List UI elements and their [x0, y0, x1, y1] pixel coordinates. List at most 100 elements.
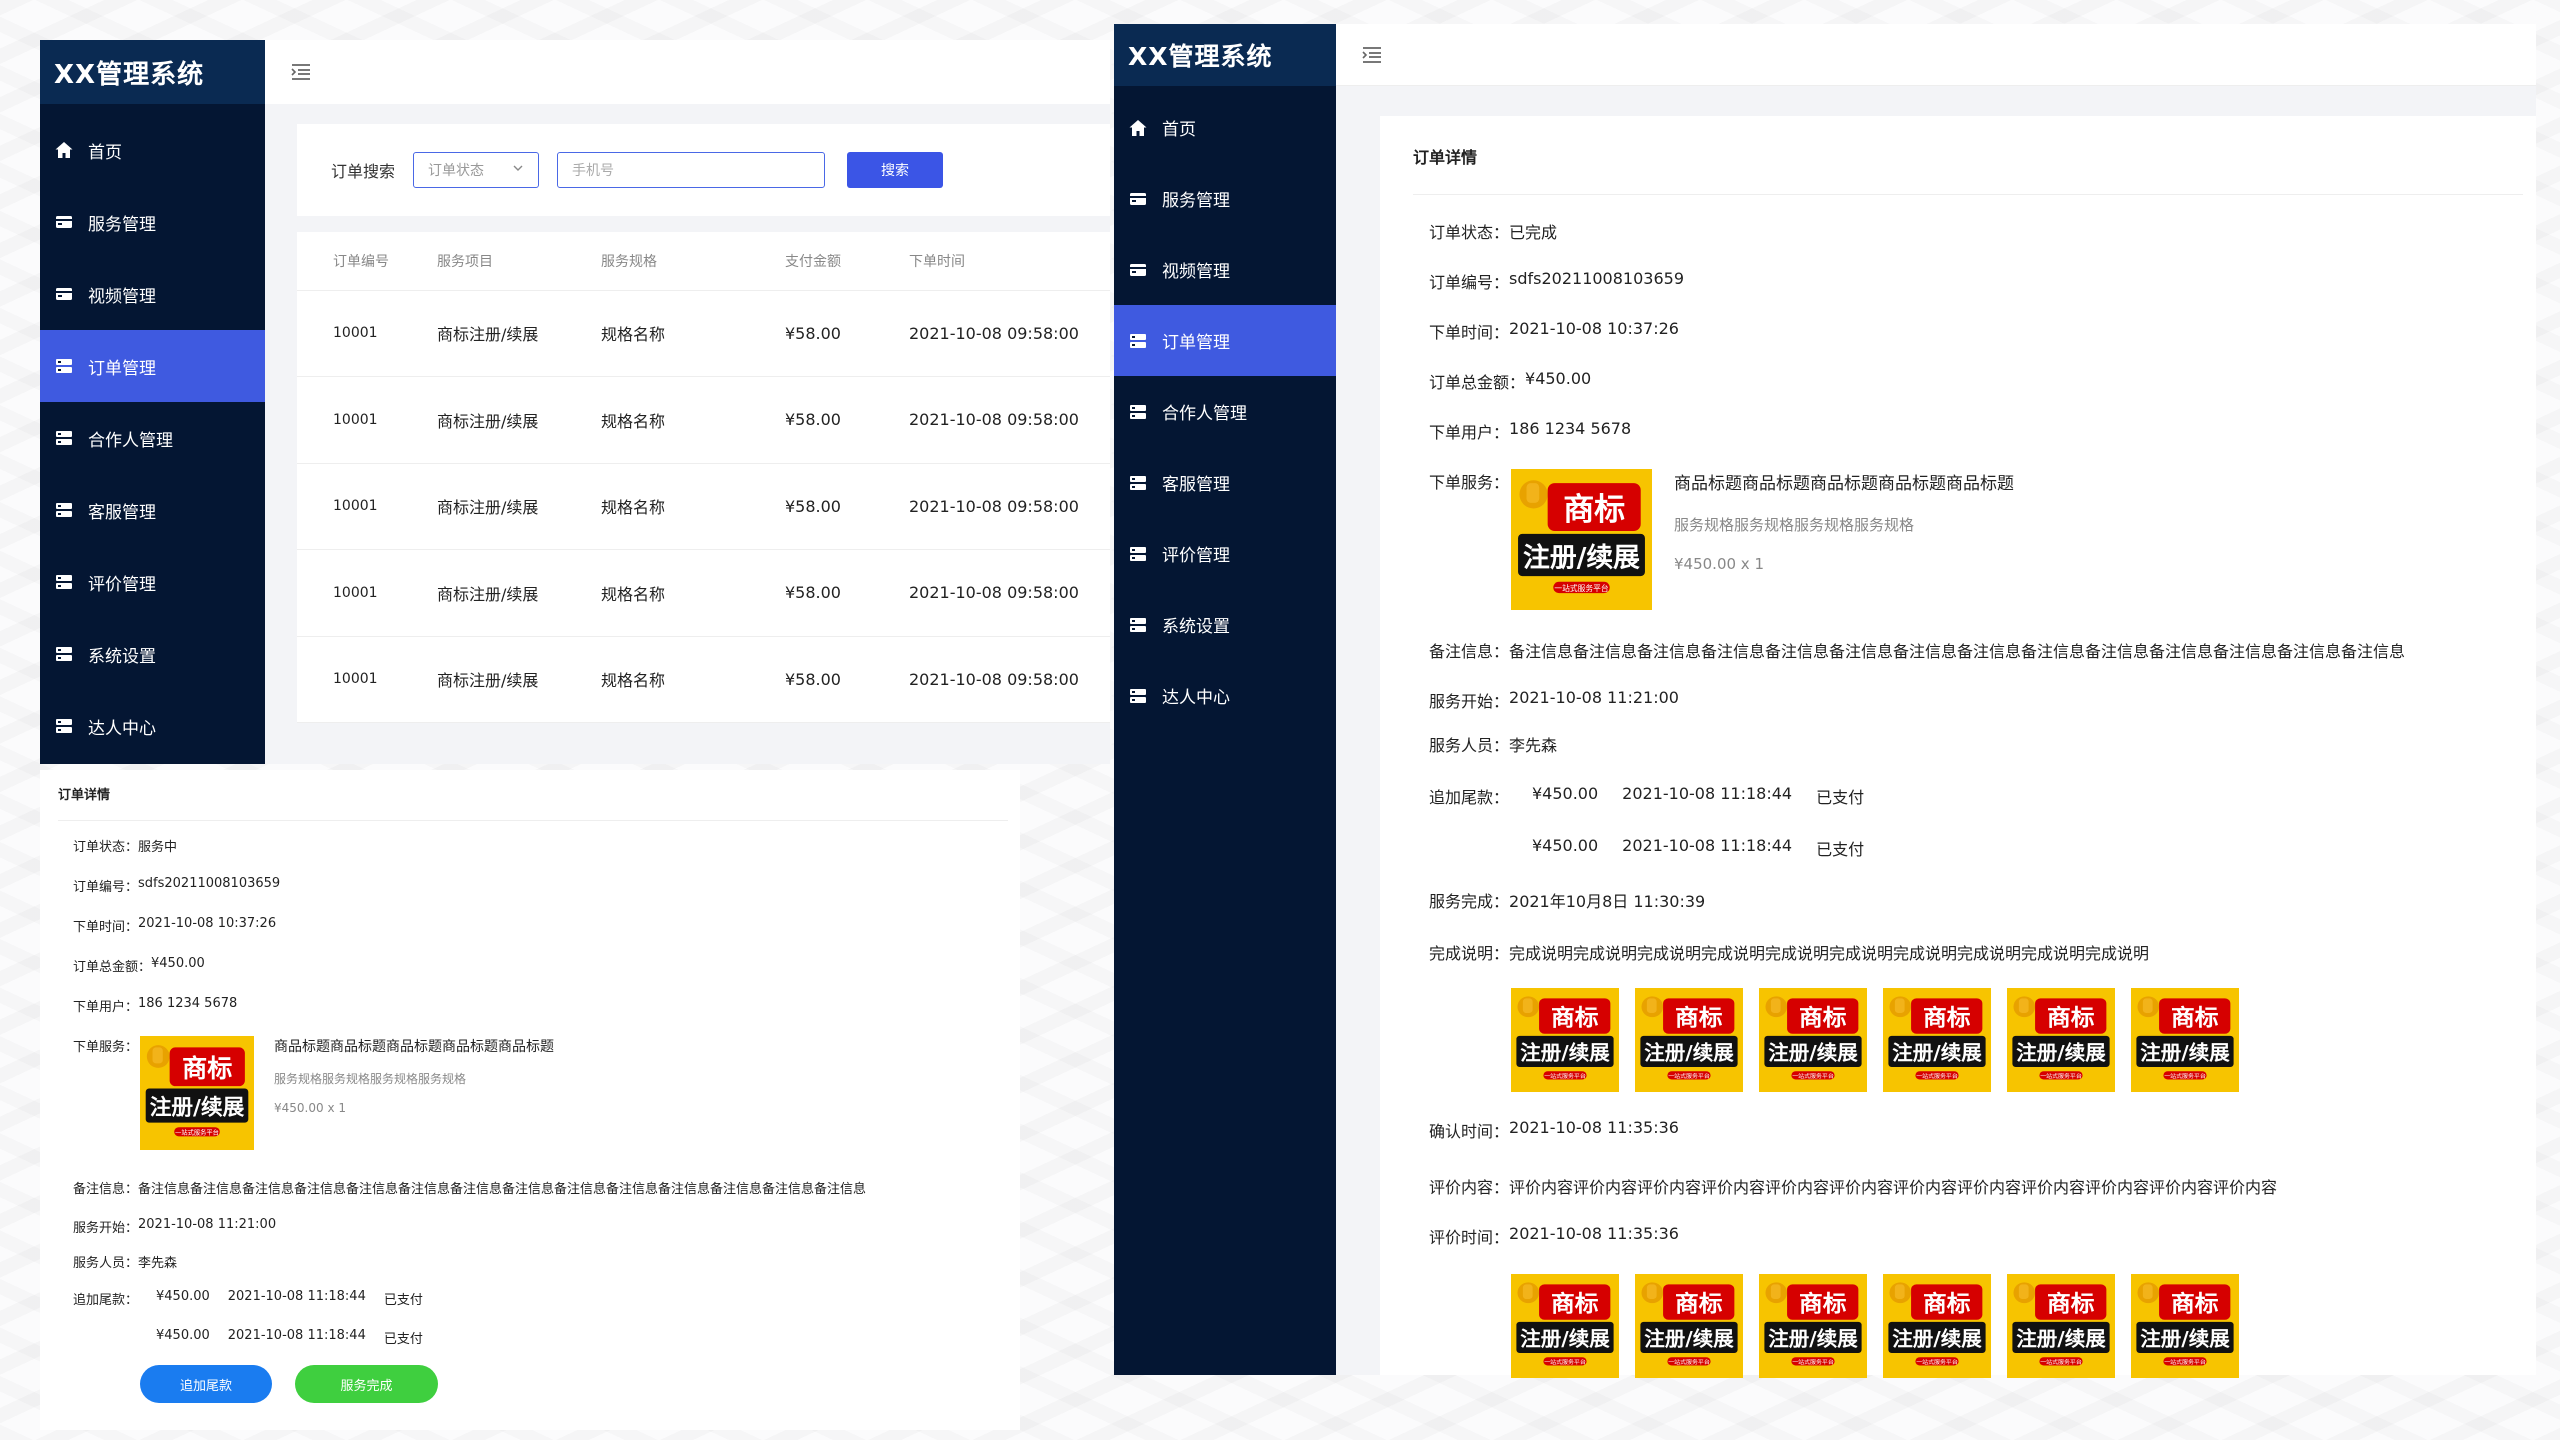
sidebar-item-label: 合作人管理: [88, 430, 173, 451]
detail-no-row: 订单编号： sdfs20211008103659: [1413, 269, 2523, 293]
sidebar-item[interactable]: 服务管理: [1114, 163, 1336, 234]
menu-toggle-icon[interactable]: [1360, 43, 1384, 67]
sidebar-item[interactable]: 视频管理: [1114, 234, 1336, 305]
column-header[interactable]: 下单时间: [909, 232, 1110, 291]
photo-thumbnail[interactable]: 商标 注册/续展 一站式服务平台: [1883, 988, 1991, 1092]
amount-value: ¥450.00: [1525, 369, 1592, 388]
amount-label: 订单总金额：: [73, 960, 152, 975]
extra-payment-row: ¥450.00 2021-10-08 11:18:44 已支付: [1532, 836, 1864, 860]
photo-thumbnail[interactable]: 商标 注册/续展 一站式服务平台: [2007, 988, 2115, 1092]
badge-line3: 一站式服务平台: [1916, 1072, 1958, 1080]
sidebar-item-label: 首页: [88, 142, 122, 163]
sidebar-item[interactable]: 评价管理: [40, 546, 265, 618]
sidebar-item[interactable]: 系统设置: [1114, 589, 1336, 660]
server-icon: [54, 572, 74, 592]
table-row[interactable]: 10001 商标注册/续展 规格名称 ¥58.00 2021-10-08 09:58:0…: [297, 290, 1110, 377]
column-header[interactable]: 服务规格: [601, 232, 785, 291]
photo-thumbnail[interactable]: 商标 注册/续展 一站式服务平台: [1635, 988, 1743, 1092]
detail-title: 订单详情: [58, 788, 111, 803]
sidebar-item[interactable]: 达人中心: [1114, 660, 1336, 731]
detail-extra-row: 追加尾款： ¥450.00 2021-10-08 11:18:44 已支付 ¥4…: [58, 1289, 1018, 1347]
table-row[interactable]: 10001 商标注册/续展 规格名称 ¥58.00 2021-10-08 09:58:0…: [297, 636, 1110, 723]
user-value: 186 1234 5678: [138, 996, 238, 1011]
detail-staff-row: 服务人员： 李先森: [58, 1252, 1018, 1271]
sidebar-item[interactable]: 达人中心: [40, 690, 265, 762]
badge-line1: 商标: [1799, 1004, 1847, 1031]
photo-thumbnail[interactable]: 商标 注册/续展 一站式服务平台: [1635, 1274, 1743, 1378]
photo-thumbnail[interactable]: 商标 注册/续展 一站式服务平台: [2131, 1274, 2239, 1378]
sidebar-item[interactable]: 订单管理: [1114, 305, 1336, 376]
sidebar-item[interactable]: 首页: [40, 114, 265, 186]
column-header[interactable]: 支付金额: [785, 232, 909, 291]
home-icon: [54, 140, 74, 160]
table-cell: ¥58.00: [785, 290, 909, 377]
photo-thumbnail[interactable]: 商标 注册/续展 一站式服务平台: [1511, 1274, 1619, 1378]
menu-toggle-icon[interactable]: [289, 60, 313, 84]
sidebar-item[interactable]: 首页: [1114, 92, 1336, 163]
status-value: 服务中: [138, 840, 178, 855]
service-price: ¥450.00 x 1: [1674, 555, 1764, 573]
photo-thumbnail[interactable]: 商标 注册/续展 一站式服务平台: [2131, 988, 2239, 1092]
service-title: 商品标题商品标题商品标题商品标题商品标题: [274, 1039, 554, 1055]
order-status-select[interactable]: 订单状态: [413, 152, 540, 188]
table-cell: 10001: [297, 290, 437, 377]
badge-line1: 商标: [1551, 1290, 1599, 1317]
detail-remark-row: 备注信息： 备注信息备注信息备注信息备注信息备注信息备注信息备注信息备注信息备注…: [58, 1178, 1018, 1197]
sidebar-item[interactable]: 合作人管理: [40, 402, 265, 474]
service-thumbnail: 商标 注册/续展 一站式服务平台: [140, 1036, 254, 1150]
detail-time-row: 下单时间： 2021-10-08 10:37:26: [58, 916, 1018, 935]
add-extra-payment-button[interactable]: 追加尾款: [140, 1365, 272, 1403]
sidebar-item[interactable]: 评价管理: [1114, 518, 1336, 589]
remark-label: 备注信息：: [1429, 642, 1510, 661]
detail-extra-row: 追加尾款： ¥450.00 2021-10-08 11:18:44 已支付 ¥4…: [1413, 784, 2523, 860]
service-complete-button[interactable]: 服务完成: [295, 1365, 438, 1403]
photo-thumbnail[interactable]: 商标 注册/续展 一站式服务平台: [1759, 988, 1867, 1092]
table-cell: ¥58.00: [785, 463, 909, 550]
sidebar-item-label: 评价管理: [1162, 546, 1230, 566]
table-cell: 规格名称: [601, 549, 785, 637]
remark-value: 备注信息备注信息备注信息备注信息备注信息备注信息备注信息备注信息备注信息备注信息…: [138, 1182, 867, 1197]
status-label: 订单状态：: [73, 840, 139, 855]
badge-line3: 一站式服务平台: [1554, 583, 1609, 593]
column-header[interactable]: 订单编号: [297, 232, 437, 291]
badge-line1: 商标: [182, 1054, 232, 1083]
extra-label: 追加尾款：: [73, 1293, 139, 1308]
detail-user-row: 下单用户： 186 1234 5678: [58, 996, 1018, 1015]
search-button[interactable]: 搜索: [847, 152, 944, 188]
phone-search-input[interactable]: 手机号: [557, 152, 826, 188]
server-icon: [1128, 331, 1148, 351]
order-status-placeholder: 订单状态: [428, 163, 485, 179]
sidebar-item[interactable]: 视频管理: [40, 258, 265, 330]
extra-status: 已支付: [1816, 788, 1865, 807]
table-body: 10001 商标注册/续展 规格名称 ¥58.00 2021-10-08 09:58:0…: [297, 290, 1110, 723]
badge-line2: 注册/续展: [2016, 1327, 2106, 1351]
table-cell: 2021-10-08 09:58:00: [909, 463, 1110, 550]
detail-service-row: 下单服务： 商标 注册/续展 一站式服务平台 商品标题商品标题商品标题商品标题商品标…: [1413, 469, 2523, 610]
sidebar-item-label: 首页: [1162, 120, 1196, 140]
badge-line3: 一站式服务平台: [2040, 1358, 2082, 1366]
badge-line2: 注册/续展: [1523, 541, 1640, 573]
orders-table-card: 订单编号 服务项目 服务规格 支付金额 下单时间 10001 商标注册/续展 规格名称 ¥58…: [297, 232, 1110, 723]
photo-thumbnail[interactable]: 商标 注册/续展 一站式服务平台: [1759, 1274, 1867, 1378]
orders-table: 订单编号 服务项目 服务规格 支付金额 下单时间 10001 商标注册/续展 规格名称 ¥58…: [297, 232, 1110, 723]
detail-finish-row: 服务完成： 2021年10月8日 11:30:39: [1413, 888, 2523, 912]
badge-line3: 一站式服务平台: [1916, 1358, 1958, 1366]
sidebar-item[interactable]: 订单管理: [40, 330, 265, 402]
amount-label: 订单总金额：: [1429, 373, 1526, 392]
sidebar-item[interactable]: 合作人管理: [1114, 376, 1336, 447]
table-row[interactable]: 10001 商标注册/续展 规格名称 ¥58.00 2021-10-08 09:58:0…: [297, 463, 1110, 550]
table-row[interactable]: 10001 商标注册/续展 规格名称 ¥58.00 2021-10-08 09:58:0…: [297, 376, 1110, 464]
photo-thumbnail[interactable]: 商标 注册/续展 一站式服务平台: [1883, 1274, 1991, 1378]
start-value: 2021-10-08 11:21:00: [138, 1217, 277, 1232]
remark-label: 备注信息：: [73, 1182, 139, 1197]
sidebar-item[interactable]: 系统设置: [40, 618, 265, 690]
table-row[interactable]: 10001 商标注册/续展 规格名称 ¥58.00 2021-10-08 09:58:0…: [297, 549, 1110, 637]
photo-thumbnail[interactable]: 商标 注册/续展 一站式服务平台: [1511, 988, 1619, 1092]
sidebar-item[interactable]: 客服管理: [40, 474, 265, 546]
sidebar-item[interactable]: 服务管理: [40, 186, 265, 258]
topbar-right: [1336, 24, 2536, 86]
column-header[interactable]: 服务项目: [437, 232, 601, 291]
sidebar-item[interactable]: 客服管理: [1114, 447, 1336, 518]
photo-thumbnail[interactable]: 商标 注册/续展 一站式服务平台: [2007, 1274, 2115, 1378]
detail-remark-row: 备注信息： 备注信息备注信息备注信息备注信息备注信息备注信息备注信息备注信息备注…: [1413, 638, 2523, 662]
